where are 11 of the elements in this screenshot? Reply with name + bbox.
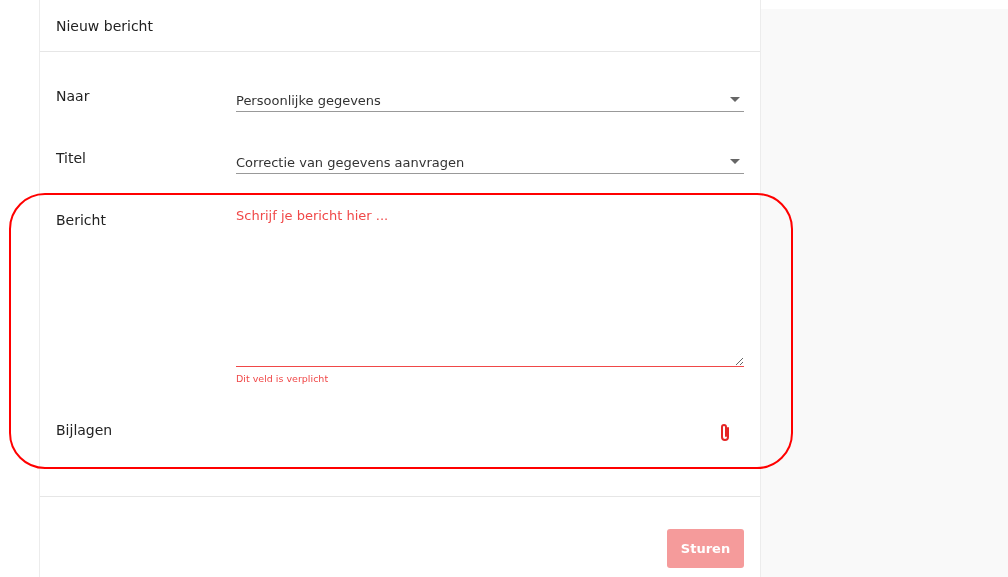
card-title: Nieuw bericht <box>56 17 153 34</box>
dropdown-field[interactable]: Persoonlijke gegevens <box>236 82 744 112</box>
dropdown-field[interactable]: Correctie van gegevens aanvragen <box>236 144 744 174</box>
field-label: Naar <box>56 87 91 106</box>
error-message: Dit veld is verplicht <box>236 373 329 384</box>
caret-icon <box>730 159 740 164</box>
paperclip-icon[interactable] <box>718 423 732 443</box>
caret-icon <box>730 97 740 102</box>
field-label: Bericht <box>56 211 107 230</box>
field-label: Bijlagen <box>56 421 114 440</box>
field-label: Titel <box>56 149 87 168</box>
